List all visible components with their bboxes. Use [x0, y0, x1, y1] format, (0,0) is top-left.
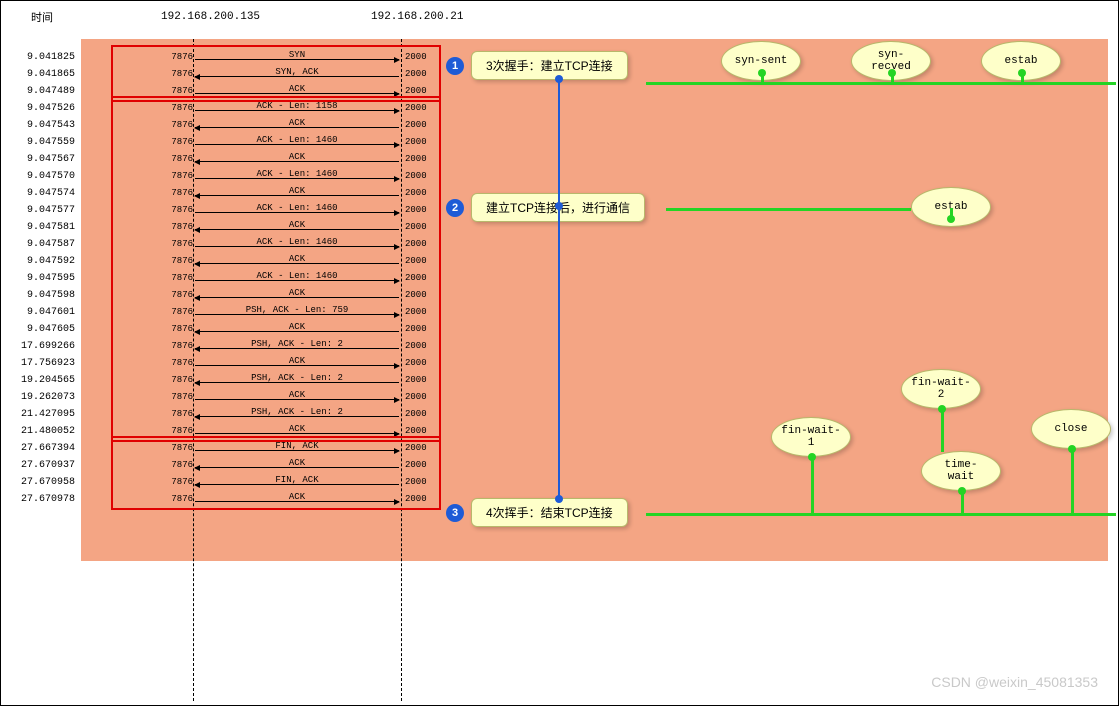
time-value: 9.047601 [13, 304, 75, 321]
state-fin-wait-1: fin-wait- 1 [771, 417, 851, 457]
time-value: 9.047592 [13, 253, 75, 270]
green-dot [938, 405, 946, 413]
time-value: 9.047574 [13, 185, 75, 202]
green-line-bottom [646, 513, 1116, 516]
time-value: 9.047570 [13, 168, 75, 185]
time-value: 9.047543 [13, 117, 75, 134]
step-3-badge: 3 [446, 504, 464, 522]
state-time-wait: time- wait [921, 451, 1001, 491]
green-line-mid [666, 208, 911, 211]
green-stub [950, 208, 953, 220]
connector-dot [555, 495, 563, 503]
green-line-top [646, 82, 1116, 85]
connector-dot [555, 202, 563, 210]
step-3-label: 4次挥手：结束TCP连接 [471, 498, 628, 527]
step-2-badge: 2 [446, 199, 464, 217]
time-value: 19.262073 [13, 389, 75, 406]
host-left-ip: 192.168.200.135 [161, 11, 260, 23]
time-value: 19.204565 [13, 372, 75, 389]
time-value: 21.480052 [13, 423, 75, 440]
time-value: 9.047577 [13, 202, 75, 219]
time-value: 9.047581 [13, 219, 75, 236]
green-stub [811, 457, 814, 514]
state-fin-wait-2: fin-wait- 2 [901, 369, 981, 409]
time-value: 9.047489 [13, 83, 75, 100]
diagram-page: 时间 9.0418259.0418659.0474899.0475269.047… [0, 0, 1119, 706]
step-connector [558, 79, 560, 499]
group-handshake [111, 45, 441, 102]
watermark: CSDN @weixin_45081353 [931, 674, 1098, 690]
time-column: 9.0418259.0418659.0474899.0475269.047543… [13, 49, 75, 508]
time-value: 17.756923 [13, 355, 75, 372]
time-value: 17.699266 [13, 338, 75, 355]
diagram-background: 192.168.200.135 192.168.200.21 7876SYN20… [81, 39, 1108, 561]
green-stub [1071, 449, 1074, 514]
green-dot [1068, 445, 1076, 453]
time-value: 27.670958 [13, 474, 75, 491]
time-value: 9.041865 [13, 66, 75, 83]
group-close [111, 436, 441, 510]
connector-dot [555, 75, 563, 83]
state-close: close [1031, 409, 1111, 449]
time-value: 9.047526 [13, 100, 75, 117]
time-value: 27.670978 [13, 491, 75, 508]
time-value: 9.047587 [13, 236, 75, 253]
group-data [111, 96, 441, 442]
green-dot [888, 69, 896, 77]
time-value: 9.047605 [13, 321, 75, 338]
green-dot [808, 453, 816, 461]
time-value: 27.667394 [13, 440, 75, 457]
time-value: 9.047595 [13, 270, 75, 287]
time-value: 9.047598 [13, 287, 75, 304]
step-1-badge: 1 [446, 57, 464, 75]
step-1-label: 3次握手：建立TCP连接 [471, 51, 628, 80]
time-header: 时间 [31, 9, 53, 25]
time-value: 27.670937 [13, 457, 75, 474]
time-value: 9.047559 [13, 134, 75, 151]
green-stub [941, 409, 944, 452]
green-dot [758, 69, 766, 77]
time-value: 9.041825 [13, 49, 75, 66]
time-value: 9.047567 [13, 151, 75, 168]
host-right-ip: 192.168.200.21 [371, 11, 463, 23]
green-dot [958, 487, 966, 495]
green-dot [1018, 69, 1026, 77]
time-value: 21.427095 [13, 406, 75, 423]
